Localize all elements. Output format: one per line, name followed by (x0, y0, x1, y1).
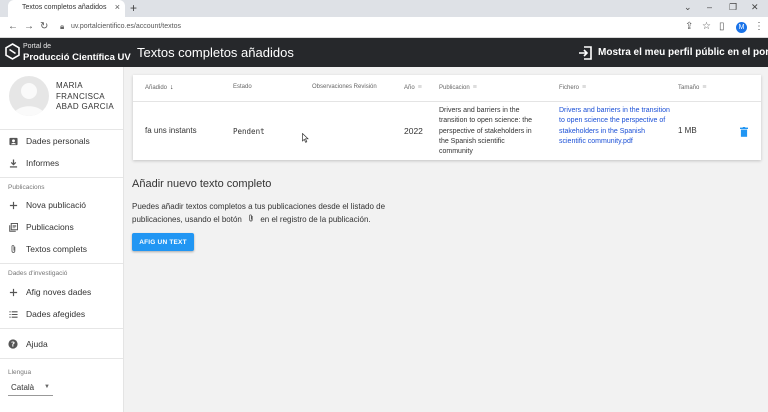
library-icon (0, 222, 26, 232)
portal-logo-icon[interactable] (5, 43, 20, 60)
column-header-observaciones[interactable]: Observaciones Revisión (312, 84, 377, 90)
column-header-tamano[interactable]: Tamaño ≡ (678, 84, 706, 91)
sort-icon: ≡ (472, 84, 477, 91)
logo-line2: Producció Científica UV (23, 52, 131, 63)
sidebar-item-dades-afegides[interactable]: Dades afegides (0, 305, 123, 323)
cell-year: 2022 (404, 126, 423, 136)
sort-desc-icon: ↓ (170, 84, 174, 91)
language-label: Llengua (8, 369, 32, 376)
plus-icon (0, 201, 26, 210)
sidebar-item-ajuda[interactable]: ? Ajuda (0, 335, 123, 353)
login-arrow-icon (579, 45, 592, 60)
language-value: Català (11, 382, 35, 392)
add-section-description: Puedes añadir textos completos a tus pub… (132, 202, 386, 224)
tab-search-icon[interactable]: ⌄ (684, 2, 692, 13)
add-text-button[interactable]: AFIG UN TEXT (132, 233, 194, 251)
page-title: Textos completos añadidos (137, 45, 294, 60)
column-header-publicacion[interactable]: Publicacion ≡ (439, 84, 477, 91)
restore-icon[interactable]: ❐ (729, 2, 737, 13)
sidebar-divider (0, 328, 123, 329)
plus-icon (0, 288, 26, 297)
texts-table: Añadido ↓ Estado Observaciones Revisión … (133, 75, 761, 160)
public-profile-label: Mostra el meu perfil públic en el portal (598, 47, 768, 58)
share-icon[interactable]: ⇪ (685, 21, 693, 32)
sidebar-divider (0, 129, 123, 130)
language-select[interactable]: Català ▼ (8, 379, 53, 396)
cell-size: 1 MB (678, 126, 697, 135)
sidebar-item-dades-personals[interactable]: Dades personals (0, 132, 123, 150)
user-name: MARIA FRANCISCA ABAD GARCIA (56, 81, 114, 111)
download-icon (0, 158, 26, 168)
back-icon[interactable]: ← (8, 21, 18, 32)
column-header-estado[interactable]: Estado (233, 84, 252, 90)
cell-added: fa uns instants (145, 126, 197, 135)
svg-text:?: ? (11, 341, 15, 349)
sidebar-divider (0, 263, 123, 264)
reload-icon[interactable]: ↻ (40, 21, 48, 32)
paperclip-icon (0, 244, 26, 254)
browser-tab[interactable]: Textos completos añadidos × (8, 0, 125, 17)
delete-trash-icon[interactable] (740, 127, 748, 137)
sidebar-item-nova-publicacio[interactable]: Nova publicació (0, 196, 123, 214)
sort-icon: ≡ (702, 84, 707, 91)
mouse-cursor-icon (302, 133, 309, 143)
sort-icon: ≡ (582, 84, 587, 91)
sidebar-section-dades-investigacio: Dades d'investigació (8, 270, 68, 277)
tab-close-icon[interactable]: × (115, 2, 120, 12)
browser-tabstrip: Textos completos añadidos × + ⌄ – ❐ ✕ (0, 0, 768, 17)
file-download-link[interactable]: Drivers and barriers in the transition t… (559, 106, 671, 147)
add-section-title: Añadir nuevo texto completo (132, 178, 272, 190)
sidebar-item-textos-complets[interactable]: Textos complets (0, 240, 123, 258)
column-header-ano[interactable]: Año ≡ (404, 84, 422, 91)
contact-card-icon (0, 137, 26, 146)
address-bar: ← → ↻ 🔒︎ uv.portalcientifico.es/account/… (0, 17, 768, 38)
new-tab-icon[interactable]: + (130, 1, 137, 15)
user-avatar-icon (13, 83, 45, 116)
forward-icon[interactable]: → (24, 21, 34, 32)
sidebar: MARIA FRANCISCA ABAD GARCIA Dades person… (0, 67, 124, 412)
cell-status: Pendent (233, 127, 265, 136)
menu-kebab-icon[interactable]: ⋮ (754, 21, 764, 32)
sidebar-divider (0, 358, 123, 359)
bookmark-star-icon[interactable]: ☆ (702, 21, 711, 32)
sort-icon: ≡ (417, 84, 422, 91)
list-icon (0, 310, 26, 319)
tab-title: Textos completos añadidos (22, 4, 107, 11)
profile-avatar-icon[interactable]: M (736, 22, 747, 33)
avatar (9, 76, 49, 116)
dropdown-arrow-icon: ▼ (44, 384, 50, 390)
logo-line1: Portal de (23, 43, 52, 50)
side-panel-icon[interactable]: ▯ (719, 21, 725, 32)
help-icon: ? (0, 339, 26, 349)
cell-publication: Drivers and barriers in the transition t… (439, 107, 533, 156)
sidebar-item-publicacions[interactable]: Publicacions (0, 218, 123, 236)
lock-icon[interactable]: 🔒︎ (60, 22, 64, 32)
sidebar-divider (0, 177, 123, 178)
column-header-fichero[interactable]: Fichero ≡ (559, 84, 586, 91)
sidebar-item-afig-noves-dades[interactable]: Afig noves dades (0, 283, 123, 301)
paperclip-icon (249, 214, 253, 222)
column-header-anadido[interactable]: Añadido ↓ (145, 84, 174, 91)
public-profile-link[interactable]: Mostra el meu perfil públic en el portal (578, 44, 768, 61)
minimize-icon[interactable]: – (707, 2, 712, 12)
table-header-divider (133, 101, 761, 102)
app-header: Portal de Producció Científica UV Textos… (0, 38, 768, 67)
sidebar-section-publicacions: Publicacions (8, 184, 45, 191)
sidebar-item-informes[interactable]: Informes (0, 154, 123, 172)
close-window-icon[interactable]: ✕ (751, 2, 759, 13)
url-field[interactable]: uv.portalcientifico.es/account/textos (71, 23, 181, 30)
